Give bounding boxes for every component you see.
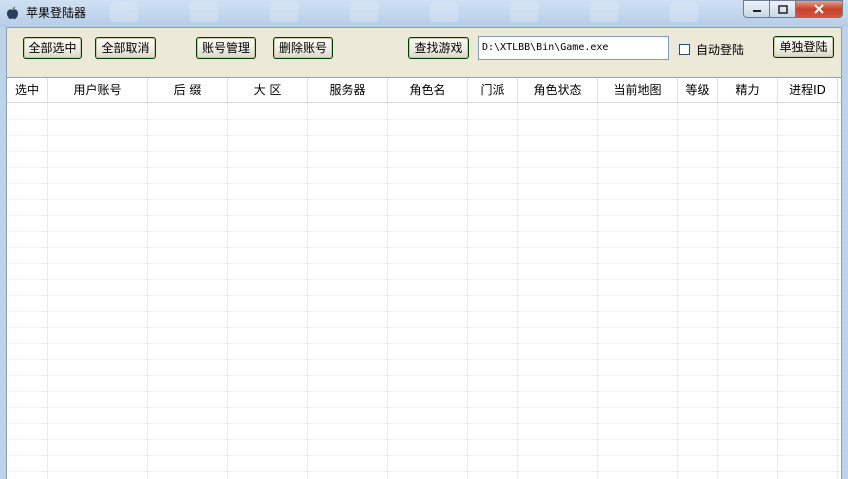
column-header-process-id[interactable]: 进程ID [778,78,838,102]
background-desktop-icons [100,0,740,27]
close-button[interactable] [796,0,843,18]
column-header-level[interactable]: 等级 [678,78,718,102]
game-path-field[interactable]: D:\XTLBB\Bin\Game.exe [478,36,669,60]
title-bar[interactable]: 苹果登陆器 [0,0,848,27]
column-header-current-map[interactable]: 当前地图 [598,78,678,102]
column-header-energy[interactable]: 精力 [718,78,778,102]
apple-icon [7,6,18,19]
auto-login-checkbox[interactable] [679,43,690,55]
column-header-suffix[interactable]: 后 缀 [148,78,228,102]
column-header-sect[interactable]: 门派 [468,78,518,102]
column-header-select[interactable]: 选中 [7,78,48,102]
maximize-icon [777,4,788,14]
column-header-role-status[interactable]: 角色状态 [518,78,598,102]
auto-login-label: 自动登陆 [696,42,745,57]
maximize-button[interactable] [770,0,796,18]
column-header-role-name[interactable]: 角色名 [388,78,468,102]
cancel-all-button[interactable]: 全部取消 [95,37,156,59]
single-login-button[interactable]: 单独登陆 [773,36,834,58]
delete-account-button[interactable]: 删除账号 [273,37,333,59]
auto-login-option[interactable]: 自动登陆 [679,41,744,57]
main-panel: 全部选中 全部取消 账号管理 删除账号 查找游戏 D:\XTLBB\Bin\Ga… [6,27,842,479]
window-title: 苹果登陆器 [26,6,87,20]
table-body[interactable] [7,103,841,479]
account-manage-button[interactable]: 账号管理 [196,37,256,59]
close-icon [814,4,824,14]
account-table[interactable]: 选中 用户账号 后 缀 大 区 服务器 角色名 门派 角色状态 当前地图 等级 … [7,77,841,479]
select-all-button[interactable]: 全部选中 [23,37,82,59]
column-header-region[interactable]: 大 区 [228,78,308,102]
table-header: 选中 用户账号 后 缀 大 区 服务器 角色名 门派 角色状态 当前地图 等级 … [7,78,841,103]
column-header-server[interactable]: 服务器 [308,78,388,102]
minimize-button[interactable] [743,0,770,18]
column-header-account[interactable]: 用户账号 [48,78,148,102]
find-game-button[interactable]: 查找游戏 [408,37,469,59]
minimize-icon [752,10,761,12]
